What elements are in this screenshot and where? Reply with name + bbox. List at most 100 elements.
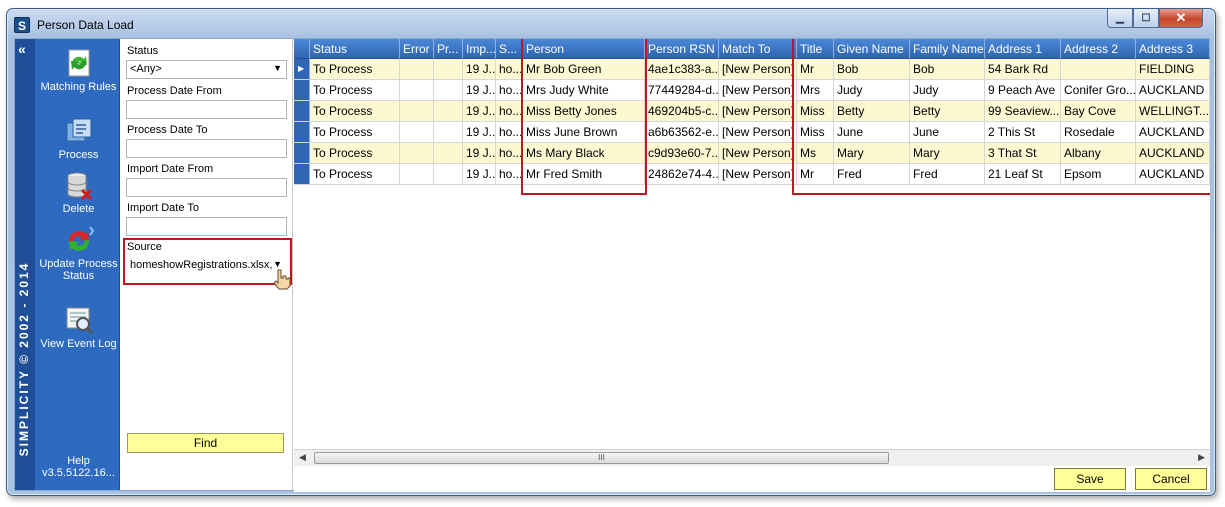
cell-s[interactable]: ho... (496, 80, 523, 101)
nav-label-delete: Delete (62, 203, 95, 215)
cell-s[interactable]: ho... (496, 101, 523, 122)
cell-match-to[interactable]: [New Person] (719, 101, 797, 122)
row-selector[interactable] (294, 80, 310, 101)
hand-pointer-icon (273, 269, 291, 290)
maximize-button[interactable]: ☐ (1133, 9, 1159, 28)
col-header-error[interactable]: Error (400, 39, 434, 59)
cell-status[interactable]: To Process (310, 143, 400, 164)
find-button[interactable]: Find (127, 433, 284, 453)
version-label: v3.5.5122.16... (42, 467, 115, 479)
nav-item-delete[interactable]: Delete (37, 169, 120, 215)
person-details-highlight-box (792, 39, 1210, 195)
row-selector[interactable] (294, 143, 310, 164)
help-area[interactable]: Help v3.5.5122.16... (37, 455, 120, 479)
import-date-to-input[interactable] (126, 217, 287, 236)
cell-pr[interactable] (434, 122, 463, 143)
cell-status[interactable]: To Process (310, 59, 400, 80)
nav-label-update-process-status: Update Process Status (39, 258, 118, 282)
cell-person-rsn[interactable]: a6b63562-e... (645, 122, 719, 143)
cell-error[interactable] (400, 59, 434, 80)
side-nav: « SIMPLICITY © 2002 - 2014 Matching Rule… (15, 39, 120, 490)
row-selector[interactable] (294, 59, 310, 80)
close-button[interactable]: ✕ (1159, 9, 1203, 28)
save-button[interactable]: Save (1054, 468, 1126, 490)
cell-person-rsn[interactable]: 77449284-d... (645, 80, 719, 101)
cell-status[interactable]: To Process (310, 164, 400, 185)
title-bar[interactable]: S Person Data Load ▁ ☐ ✕ (7, 9, 1215, 37)
scroll-right-arrow-icon[interactable]: ▶ (1198, 452, 1205, 463)
row-selector-header (294, 39, 310, 59)
col-header-person-rsn[interactable]: Person RSN (645, 39, 719, 59)
status-select[interactable]: <Any> ▼ (126, 60, 287, 79)
scroll-left-arrow-icon[interactable]: ◀ (299, 452, 306, 463)
process-icon (66, 118, 91, 142)
minimize-button[interactable]: ▁ (1107, 9, 1133, 28)
person-column-highlight-box (521, 39, 647, 195)
row-selector[interactable] (294, 101, 310, 122)
app-icon: S (14, 17, 30, 33)
cell-s[interactable]: ho... (496, 59, 523, 80)
cell-status[interactable]: To Process (310, 80, 400, 101)
collapse-nav-button[interactable]: « (18, 41, 26, 57)
cell-match-to[interactable]: [New Person] (719, 164, 797, 185)
col-header-match-to[interactable]: Match To (719, 39, 797, 59)
cell-pr[interactable] (434, 143, 463, 164)
col-header-pr[interactable]: Pr... (434, 39, 463, 59)
cell-status[interactable]: To Process (310, 101, 400, 122)
cell-person-rsn[interactable]: 469204b5-c... (645, 101, 719, 122)
cell-imp[interactable]: 19 J... (463, 143, 496, 164)
scrollbar-thumb[interactable]: III (314, 452, 889, 464)
chevron-down-icon: ▼ (273, 63, 282, 73)
cell-s[interactable]: ho... (496, 164, 523, 185)
cell-status[interactable]: To Process (310, 122, 400, 143)
nav-item-view-event-log[interactable]: View Event Log (37, 304, 120, 350)
cell-pr[interactable] (434, 80, 463, 101)
col-header-s[interactable]: S... (496, 39, 523, 59)
client-area: « SIMPLICITY © 2002 - 2014 Matching Rule… (14, 38, 1210, 492)
filter-panel: Status <Any> ▼ Process Date From Process… (121, 39, 293, 490)
col-header-status[interactable]: Status (310, 39, 400, 59)
row-selector[interactable] (294, 122, 310, 143)
import-date-from-input[interactable] (126, 178, 287, 197)
cell-match-to[interactable]: [New Person] (719, 80, 797, 101)
source-highlight-box (123, 238, 292, 285)
help-link[interactable]: Help (37, 455, 120, 467)
cell-s[interactable]: ho... (496, 143, 523, 164)
horizontal-scrollbar[interactable]: ◀ III ▶ (294, 449, 1210, 466)
event-log-icon (66, 307, 93, 335)
cell-imp[interactable]: 19 J... (463, 101, 496, 122)
brand-text: SIMPLICITY © 2002 - 2014 (17, 261, 31, 457)
col-header-imp[interactable]: Imp... (463, 39, 496, 59)
cell-error[interactable] (400, 80, 434, 101)
cell-match-to[interactable]: [New Person] (719, 143, 797, 164)
cell-match-to[interactable]: [New Person] (719, 122, 797, 143)
row-selector[interactable] (294, 164, 310, 185)
cell-error[interactable] (400, 164, 434, 185)
cell-error[interactable] (400, 122, 434, 143)
cell-imp[interactable]: 19 J... (463, 59, 496, 80)
cell-person-rsn[interactable]: 4ae1c383-a... (645, 59, 719, 80)
cell-imp[interactable]: 19 J... (463, 122, 496, 143)
cell-pr[interactable] (434, 164, 463, 185)
nav-label-process: Process (58, 149, 99, 161)
cell-imp[interactable]: 19 J... (463, 164, 496, 185)
cell-person-rsn[interactable]: 24862e74-4... (645, 164, 719, 185)
person-data-load-window: S Person Data Load ▁ ☐ ✕ « SIMPLICITY © … (6, 8, 1216, 496)
process-date-to-input[interactable] (126, 139, 287, 158)
cell-imp[interactable]: 19 J... (463, 80, 496, 101)
nav-item-process[interactable]: Process (37, 115, 120, 161)
cell-s[interactable]: ho... (496, 122, 523, 143)
cell-error[interactable] (400, 143, 434, 164)
cell-pr[interactable] (434, 59, 463, 80)
data-grid[interactable]: Status Error Pr... Imp... S... Person Pe… (294, 39, 1210, 449)
cell-error[interactable] (400, 101, 434, 122)
cancel-button[interactable]: Cancel (1135, 468, 1207, 490)
process-date-from-input[interactable] (126, 100, 287, 119)
cell-match-to[interactable]: [New Person] (719, 59, 797, 80)
nav-label-matching-rules: Matching Rules (40, 81, 117, 93)
nav-item-update-process-status[interactable]: Update Process Status (37, 224, 120, 282)
cell-pr[interactable] (434, 101, 463, 122)
delete-icon (67, 172, 92, 201)
nav-item-matching-rules[interactable]: Matching Rules (37, 47, 120, 93)
cell-person-rsn[interactable]: c9d93e60-7... (645, 143, 719, 164)
